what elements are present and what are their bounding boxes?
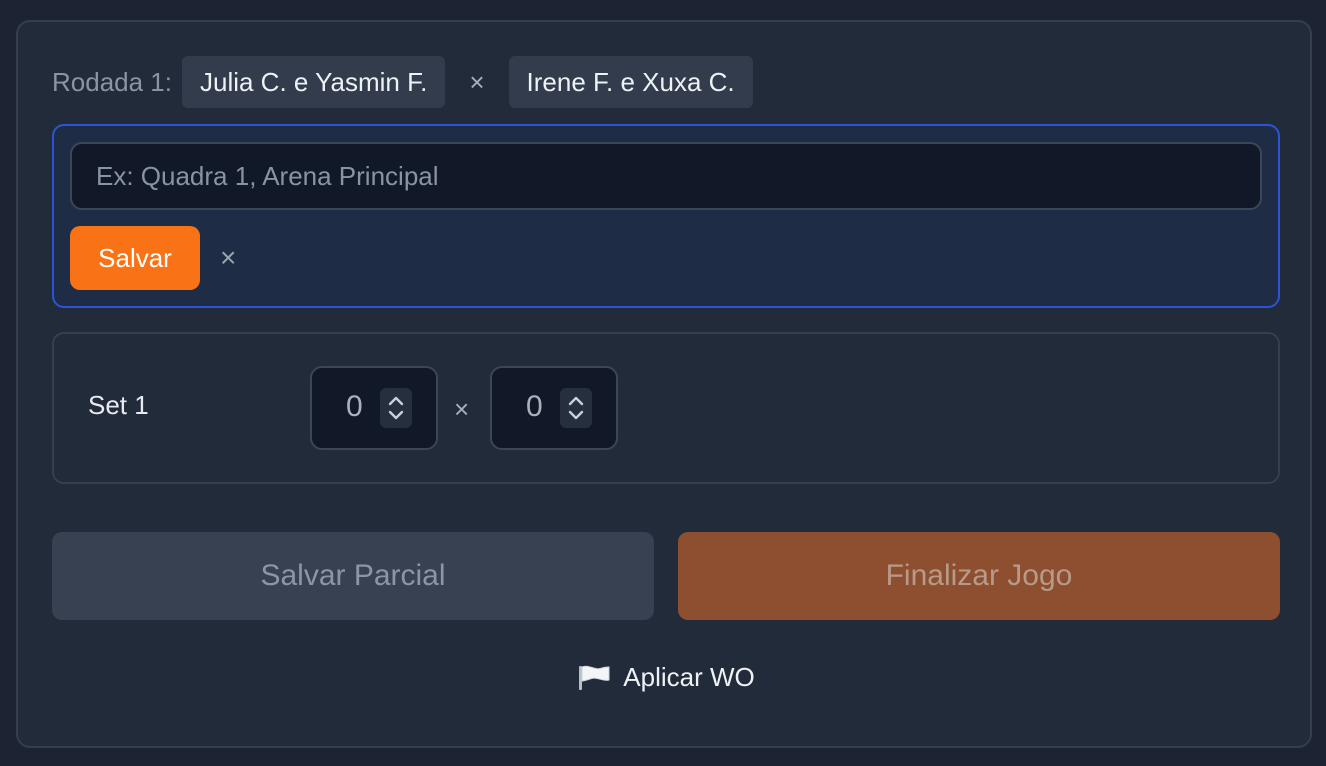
- white-flag-icon: [579, 665, 610, 690]
- court-name-input[interactable]: [70, 142, 1262, 210]
- stepper-chevrons-icon: [388, 396, 404, 420]
- apply-wo-button[interactable]: Aplicar WO: [18, 662, 1314, 693]
- save-partial-button[interactable]: Salvar Parcial: [52, 532, 654, 620]
- match-card: Rodada 1: Julia C. e Yasmin F. × Irene F…: [16, 20, 1312, 748]
- set-label: Set 1: [88, 390, 149, 420]
- cancel-court-edit-icon[interactable]: ×: [220, 238, 236, 278]
- versus-symbol: ×: [469, 66, 485, 97]
- court-editor-panel: Salvar ×: [52, 124, 1280, 308]
- stepper-chevrons-icon: [568, 396, 584, 420]
- match-header: Rodada 1: Julia C. e Yasmin F. × Irene F…: [52, 56, 753, 108]
- save-court-button[interactable]: Salvar: [70, 226, 200, 290]
- score-stepper-team-b[interactable]: [560, 388, 592, 428]
- team-a-chip: Julia C. e Yasmin F.: [181, 56, 446, 108]
- score-input-team-b[interactable]: 0: [490, 366, 618, 450]
- score-value-team-a: 0: [346, 390, 363, 423]
- apply-wo-label: Aplicar WO: [623, 662, 755, 692]
- score-separator: ×: [454, 394, 470, 424]
- team-b-chip: Irene F. e Xuxa C.: [508, 56, 753, 108]
- set-row: Set 1 0 × 0: [52, 332, 1280, 484]
- score-value-team-b: 0: [526, 390, 543, 423]
- round-label: Rodada 1:: [52, 66, 172, 97]
- finish-game-button[interactable]: Finalizar Jogo: [678, 532, 1280, 620]
- score-stepper-team-a[interactable]: [380, 388, 412, 428]
- score-input-team-a[interactable]: 0: [310, 366, 438, 450]
